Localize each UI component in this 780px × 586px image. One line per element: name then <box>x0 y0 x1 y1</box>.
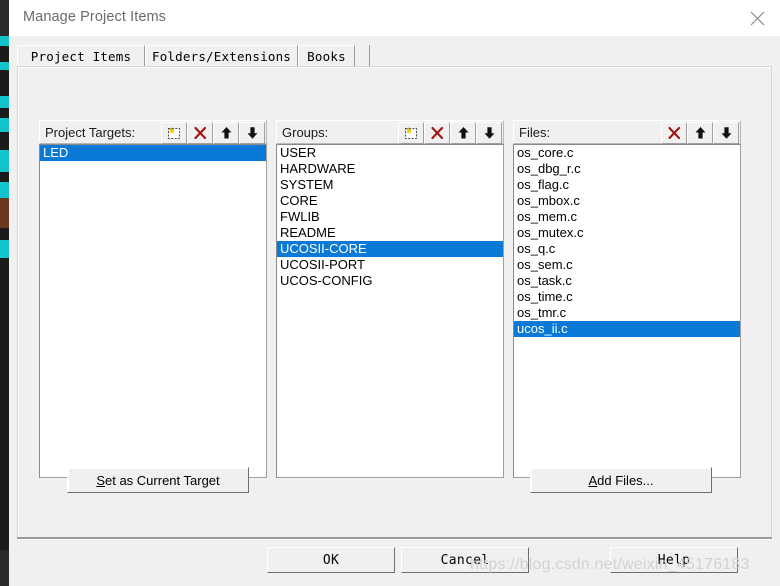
list-item[interactable]: FWLIB <box>277 209 503 225</box>
groups-toolbar <box>398 122 502 144</box>
groups-label: Groups: <box>282 124 329 140</box>
list-item[interactable]: os_flag.c <box>514 177 740 193</box>
list-item[interactable]: os_dbg_r.c <box>514 161 740 177</box>
list-item[interactable]: os_tmr.c <box>514 305 740 321</box>
dialog-client-area: Project Items Folders/Extensions Books P… <box>9 36 780 586</box>
list-item[interactable]: os_mbox.c <box>514 193 740 209</box>
list-item[interactable]: UCOSII-CORE <box>277 241 503 257</box>
list-item[interactable]: os_mem.c <box>514 209 740 225</box>
label-rest: et as Current Target <box>105 472 220 488</box>
tab-label: Folders/Extensions <box>151 49 292 64</box>
list-item[interactable]: README <box>277 225 503 241</box>
background-window-edge <box>0 0 9 586</box>
move-down-icon[interactable] <box>239 122 265 144</box>
files-header: Files: <box>513 120 741 144</box>
delete-icon[interactable] <box>424 122 450 144</box>
list-item[interactable]: os_task.c <box>514 273 740 289</box>
close-icon[interactable] <box>734 0 780 36</box>
list-item[interactable]: USER <box>277 145 503 161</box>
list-item[interactable]: CORE <box>277 193 503 209</box>
accel-char: A <box>588 472 598 488</box>
window-title: Manage Project Items <box>23 9 167 25</box>
label-rest: dd Files... <box>597 472 654 488</box>
list-item[interactable]: os_sem.c <box>514 257 740 273</box>
new-item-icon[interactable] <box>398 122 424 144</box>
delete-icon[interactable] <box>187 122 213 144</box>
files-label: Files: <box>519 124 551 140</box>
list-item[interactable]: os_core.c <box>514 145 740 161</box>
help-label: Help <box>657 552 691 568</box>
tab-label: Books <box>307 49 346 64</box>
tab-books[interactable]: Books <box>298 45 355 67</box>
list-item[interactable]: HARDWARE <box>277 161 503 177</box>
groups-header: Groups: <box>276 120 504 144</box>
move-up-icon[interactable] <box>213 122 239 144</box>
tab-strip: Project Items Folders/Extensions Books <box>17 45 772 67</box>
list-item[interactable]: LED <box>40 145 266 161</box>
ok-button[interactable]: OK <box>267 547 395 573</box>
delete-icon[interactable] <box>661 122 687 144</box>
groups-listbox[interactable]: USER HARDWARE SYSTEM CORE FWLIB README U… <box>276 144 504 478</box>
tab-label: Project Items <box>30 49 132 64</box>
title-bar: Manage Project Items <box>9 0 780 37</box>
tab-folders-extensions[interactable]: Folders/Extensions <box>145 45 298 67</box>
cancel-button[interactable]: Cancel <box>401 547 529 573</box>
move-down-icon[interactable] <box>476 122 502 144</box>
move-down-icon[interactable] <box>713 122 739 144</box>
list-item[interactable]: os_mutex.c <box>514 225 740 241</box>
move-up-icon[interactable] <box>687 122 713 144</box>
set-as-current-target-label: Set as Current Target <box>96 473 219 488</box>
list-item[interactable]: UCOS-CONFIG <box>277 273 503 289</box>
cancel-label: Cancel <box>440 552 490 568</box>
tab-project-items[interactable]: Project Items <box>17 45 145 67</box>
button-bar-separator-highlight <box>17 539 772 540</box>
add-files-button[interactable]: Add Files... <box>530 467 712 493</box>
list-item[interactable]: SYSTEM <box>277 177 503 193</box>
files-listbox[interactable]: os_core.c os_dbg_r.c os_flag.c os_mbox.c… <box>513 144 741 478</box>
manage-project-items-dialog: Manage Project Items Project Items Folde… <box>9 0 780 586</box>
help-button[interactable]: Help <box>610 547 738 573</box>
project-targets-toolbar <box>161 122 265 144</box>
set-as-current-target-button[interactable]: Set as Current Target <box>67 467 249 493</box>
list-item[interactable]: UCOSII-PORT <box>277 257 503 273</box>
files-toolbar <box>661 122 739 144</box>
project-targets-listbox[interactable]: LED <box>39 144 267 478</box>
list-item[interactable]: os_time.c <box>514 289 740 305</box>
new-item-icon[interactable] <box>161 122 187 144</box>
tab-strip-filler <box>355 45 370 67</box>
project-targets-label: Project Targets: <box>45 124 136 140</box>
list-item[interactable]: ucos_ii.c <box>514 321 740 337</box>
add-files-label: Add Files... <box>588 473 653 488</box>
project-targets-header: Project Targets: <box>39 120 267 144</box>
ok-label: OK <box>322 552 340 568</box>
move-up-icon[interactable] <box>450 122 476 144</box>
list-item[interactable]: os_q.c <box>514 241 740 257</box>
accel-char: S <box>96 472 105 488</box>
